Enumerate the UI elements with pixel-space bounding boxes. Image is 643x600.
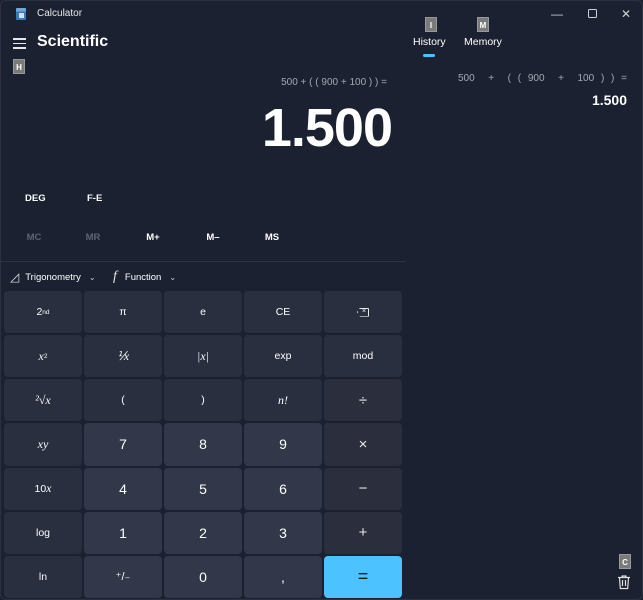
hamburger-icon-line: [13, 42, 26, 45]
digit-8-button[interactable]: 8: [164, 423, 242, 466]
close-icon: ✕: [620, 7, 632, 21]
digit-9-button[interactable]: 9: [244, 423, 322, 466]
abs-label: |x|: [197, 348, 209, 363]
modulo-button[interactable]: mod: [324, 335, 402, 378]
keytip-memory: M: [477, 17, 489, 32]
close-button[interactable]: ✕: [613, 5, 639, 23]
digit-0-button[interactable]: 0: [164, 555, 242, 598]
function-dropdown[interactable]: f Function ⌄: [113, 269, 176, 285]
app-title: Calculator: [37, 8, 83, 19]
power-sup: y: [43, 436, 49, 451]
digit-4-button[interactable]: 4: [84, 467, 162, 510]
multiply-button[interactable]: ×: [324, 423, 402, 466]
log-button[interactable]: log: [4, 511, 82, 554]
ten-power-sup: x: [46, 481, 52, 496]
second-sup: nd: [42, 308, 50, 316]
tab-memory[interactable]: Memory: [464, 36, 502, 48]
angle-unit-button[interactable]: DEG: [25, 193, 46, 204]
square-sup: 2: [43, 352, 48, 360]
trash-icon[interactable]: [617, 574, 631, 590]
factorial-button[interactable]: n!: [244, 379, 322, 422]
chevron-down-icon: ⌄: [169, 272, 177, 282]
clear-entry-button[interactable]: CE: [244, 291, 322, 334]
absolute-value-button[interactable]: |x|: [164, 335, 242, 378]
memory-clear-button[interactable]: MC: [14, 232, 54, 243]
triangle-ruler-icon: ◿: [10, 270, 20, 284]
power-button[interactable]: xy: [4, 423, 82, 466]
trigonometry-dropdown[interactable]: ◿ Trigonometry ⌄: [10, 269, 96, 285]
function-label: Function: [124, 271, 162, 283]
digit-3-button[interactable]: 3: [244, 511, 322, 554]
memory-recall-button[interactable]: MR: [73, 232, 113, 243]
minimize-icon: —: [551, 7, 563, 21]
keytip-clear-history: C: [619, 554, 631, 569]
backspace-icon: ×: [357, 307, 369, 317]
close-parenthesis-button[interactable]: ): [164, 379, 242, 422]
pi-button[interactable]: π: [84, 291, 162, 334]
plus-button[interactable]: +: [324, 511, 402, 554]
result-display: 1.500: [261, 98, 393, 158]
square-button[interactable]: x2: [4, 335, 82, 378]
decimal-separator-button[interactable]: ,: [244, 555, 322, 598]
memory-add-button[interactable]: M+: [133, 232, 173, 243]
trigonometry-label: Trigonometry: [25, 271, 81, 283]
memory-subtract-button[interactable]: M–: [193, 232, 233, 243]
navigation-menu-button[interactable]: [13, 38, 26, 49]
expression-display: 500 + ( ( 900 + 100 ) ) =: [281, 77, 387, 88]
digit-6-button[interactable]: 6: [244, 467, 322, 510]
divide-button[interactable]: ÷: [324, 379, 402, 422]
chevron-down-icon: ⌄: [88, 272, 96, 282]
reciprocal-button[interactable]: ⅟x: [84, 335, 162, 378]
backspace-button[interactable]: ×: [324, 291, 402, 334]
maximize-button[interactable]: [579, 5, 605, 23]
square-root-button[interactable]: ²√x: [4, 379, 82, 422]
ten-power-button[interactable]: 10 x: [4, 467, 82, 510]
root-label: ²√x: [35, 392, 51, 407]
maximize-icon: [587, 9, 597, 19]
history-item-expression[interactable]: 500 + ( ( 900 + 100 ) ) =: [458, 73, 627, 84]
digit-1-button[interactable]: 1: [84, 511, 162, 554]
equals-button[interactable]: =: [324, 555, 402, 598]
negate-button[interactable]: ⁺/₋: [84, 555, 162, 598]
keytip-hamburger: H: [13, 59, 25, 74]
scientific-notation-button[interactable]: F-E: [87, 193, 102, 204]
active-tab-indicator: [423, 54, 435, 57]
open-parenthesis-button[interactable]: (: [84, 379, 162, 422]
calculator-app-icon: [16, 8, 26, 20]
divider: [1, 261, 406, 262]
calculator-window: Calculator — ✕ Scientific H 500 + ( ( 90…: [0, 0, 643, 600]
natural-log-button[interactable]: ln: [4, 555, 82, 598]
minus-button[interactable]: −: [324, 467, 402, 510]
function-icon: f: [113, 269, 117, 284]
title-bar: Calculator — ✕: [1, 1, 642, 27]
euler-button[interactable]: e: [164, 291, 242, 334]
hamburger-icon-line: [13, 47, 26, 49]
history-item-result[interactable]: 1.500: [592, 92, 627, 108]
ten-power-label: 10: [34, 482, 47, 495]
digit-7-button[interactable]: 7: [84, 423, 162, 466]
exp-button[interactable]: exp: [244, 335, 322, 378]
hamburger-icon-line: [13, 38, 26, 40]
keypad: 2nd π e CE × x2 ⅟x |x| exp mod ²√x ( ) n…: [4, 291, 402, 598]
minimize-button[interactable]: —: [544, 5, 570, 23]
digit-5-button[interactable]: 5: [164, 467, 242, 510]
reciprocal-label: ⅟x: [116, 348, 130, 363]
factorial-label: n!: [278, 392, 288, 407]
digit-2-button[interactable]: 2: [164, 511, 242, 554]
tab-history[interactable]: History: [413, 36, 446, 48]
memory-store-button[interactable]: MS: [252, 232, 292, 243]
keytip-history: I: [425, 17, 437, 32]
mode-title: Scientific: [37, 33, 109, 50]
second-function-button[interactable]: 2nd: [4, 291, 82, 334]
